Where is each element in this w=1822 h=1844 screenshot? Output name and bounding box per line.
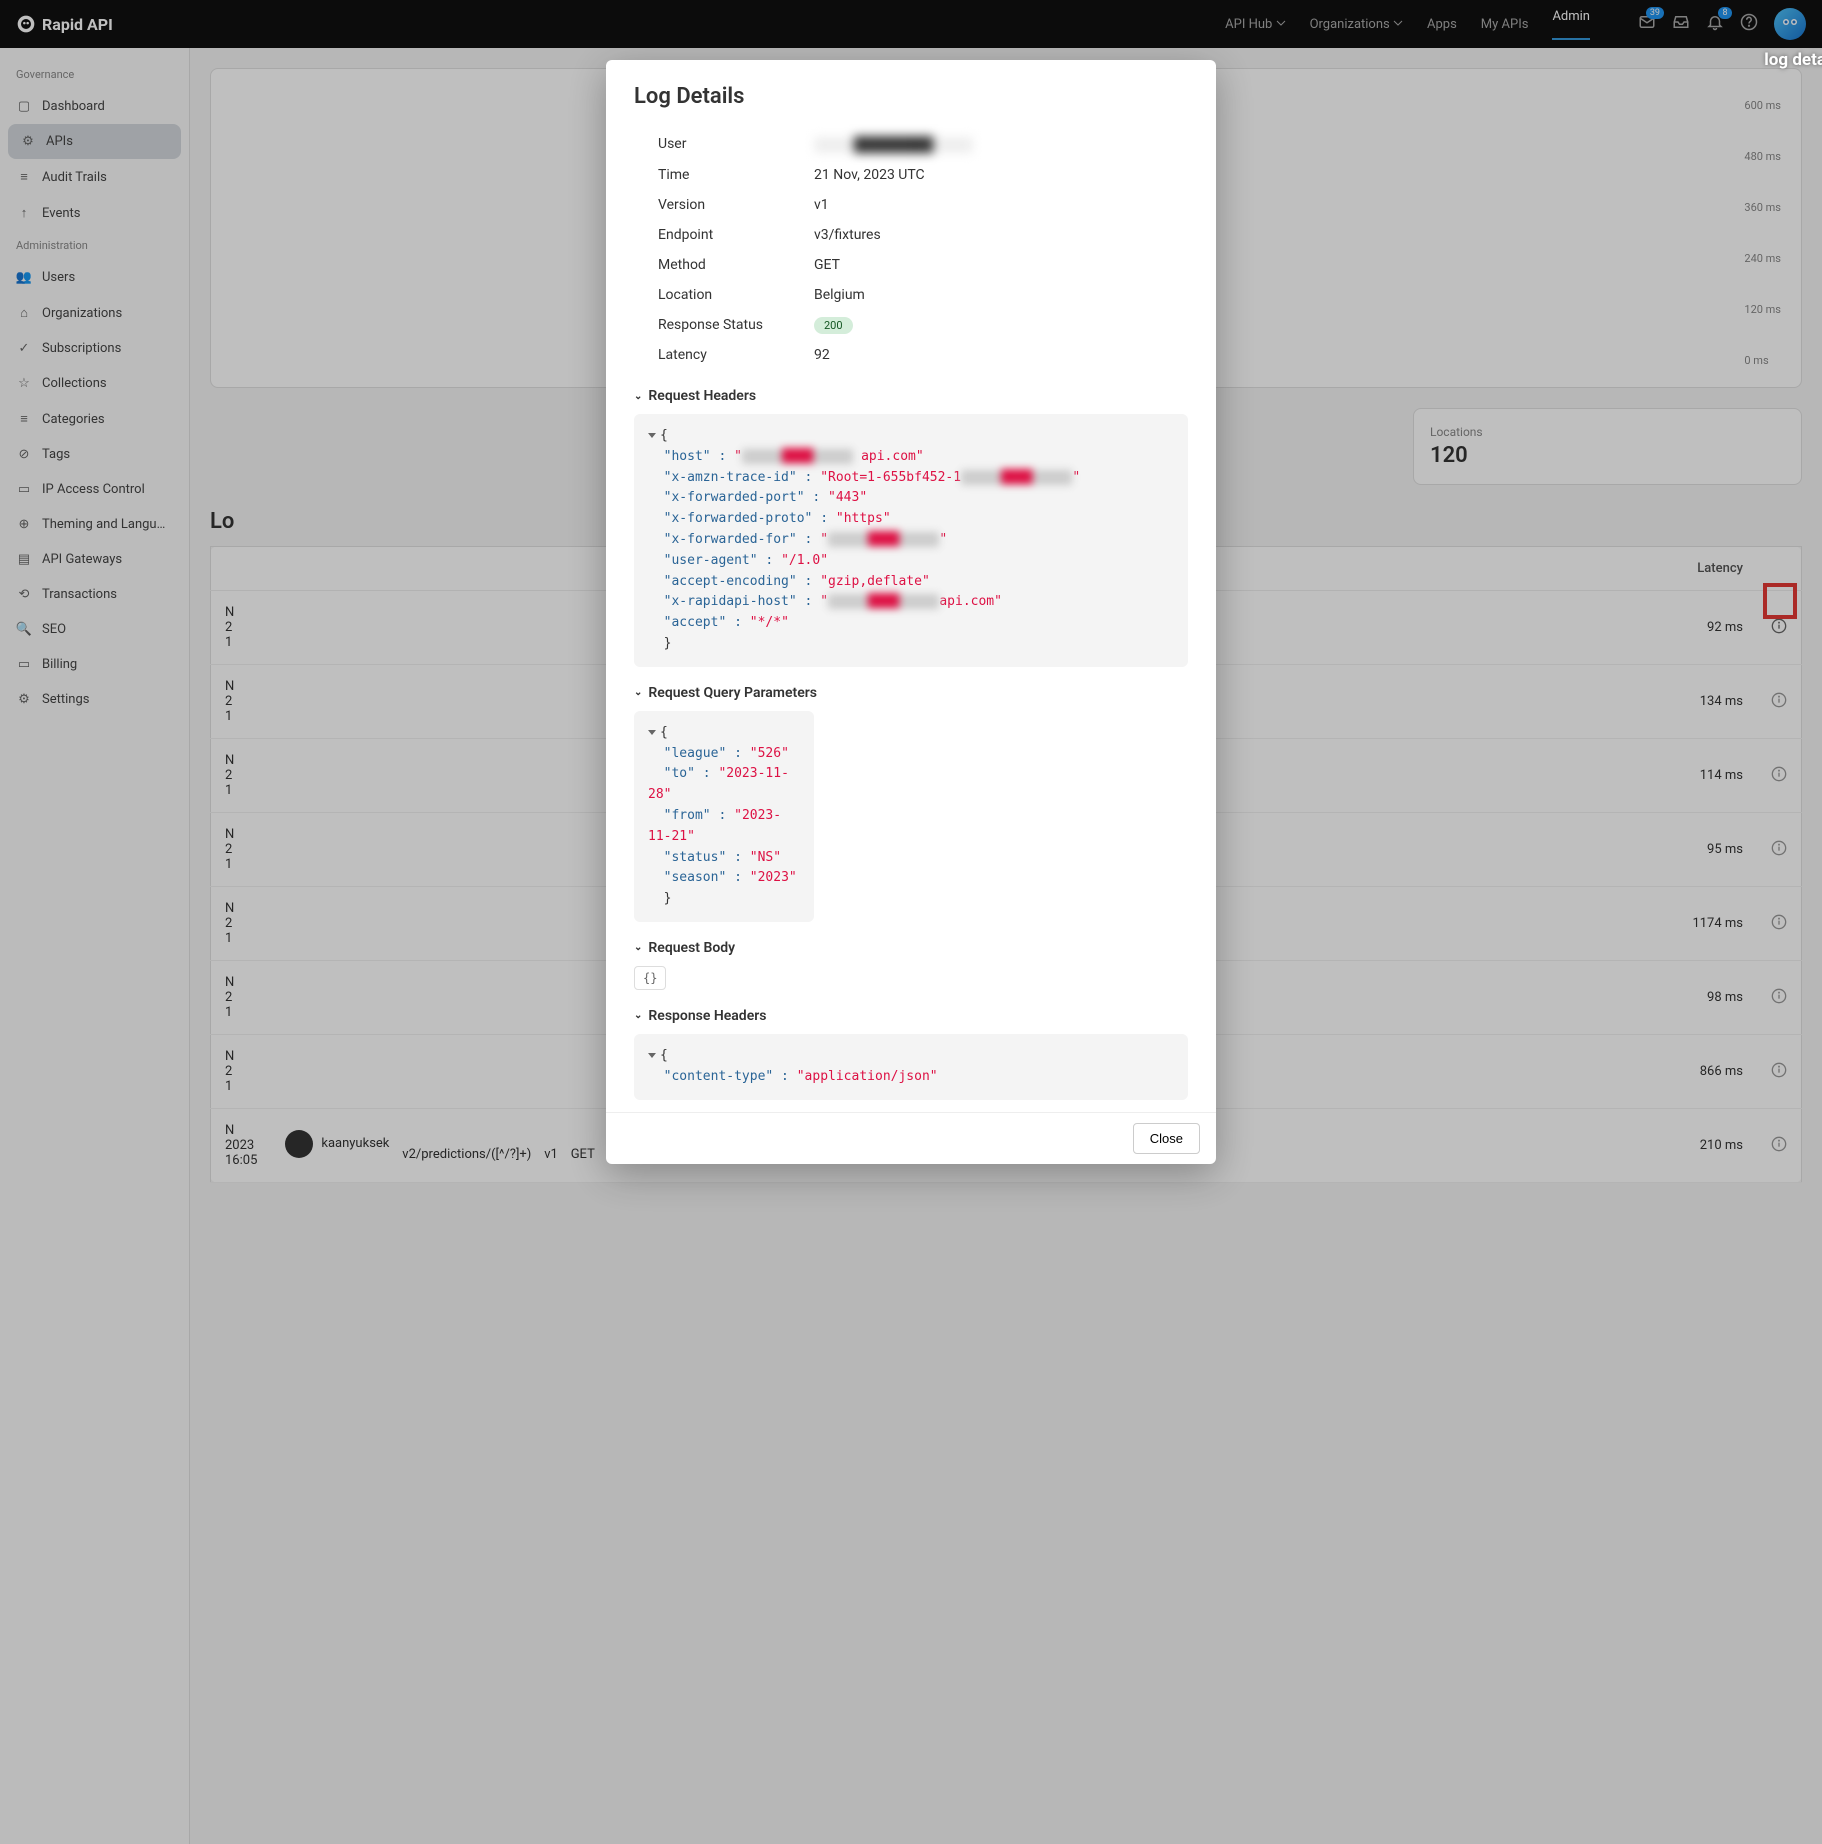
request-headers-code: { "host" : "████ api.com" "x-amzn-trace-… [634,414,1188,667]
section-request-body[interactable]: ⌄Request Body [634,940,1188,956]
value-user: ████████ [814,137,973,153]
value-time: 21 Nov, 2023 UTC [814,167,1188,183]
callout-text: Click to displaylog details [1746,48,1822,70]
request-body-empty: {} [634,966,666,990]
modal-title: Log Details [634,84,1188,109]
label-time: Time [634,167,814,183]
value-version: v1 [814,197,1188,213]
log-details-modal: Log Details User████████ Time21 Nov, 202… [606,60,1216,1164]
request-query-code: { "league" : "526" "to" : "2023-11-28" "… [634,711,814,922]
response-headers-code: { "content-type" : "application/json" [634,1034,1188,1100]
value-status: 200 [814,317,853,334]
section-request-query[interactable]: ⌄Request Query Parameters [634,685,1188,701]
section-request-headers[interactable]: ⌄Request Headers [634,388,1188,404]
value-location: Belgium [814,287,1188,303]
chevron-down-icon: ⌄ [634,391,642,402]
chevron-down-icon: ⌄ [634,687,642,698]
section-response-headers[interactable]: ⌄Response Headers [634,1008,1188,1024]
value-method: GET [814,257,1188,273]
label-method: Method [634,257,814,273]
modal-overlay[interactable]: Log Details User████████ Time21 Nov, 202… [0,0,1822,1844]
close-button[interactable]: Close [1133,1123,1200,1154]
label-endpoint: Endpoint [634,227,814,243]
chevron-down-icon: ⌄ [634,1010,642,1021]
chevron-down-icon: ⌄ [634,942,642,953]
label-latency: Latency [634,347,814,363]
value-endpoint: v3/fixtures [814,227,1188,243]
label-user: User [634,136,814,153]
label-location: Location [634,287,814,303]
label-status: Response Status [634,317,814,333]
value-latency: 92 [814,347,1188,363]
label-version: Version [634,197,814,213]
